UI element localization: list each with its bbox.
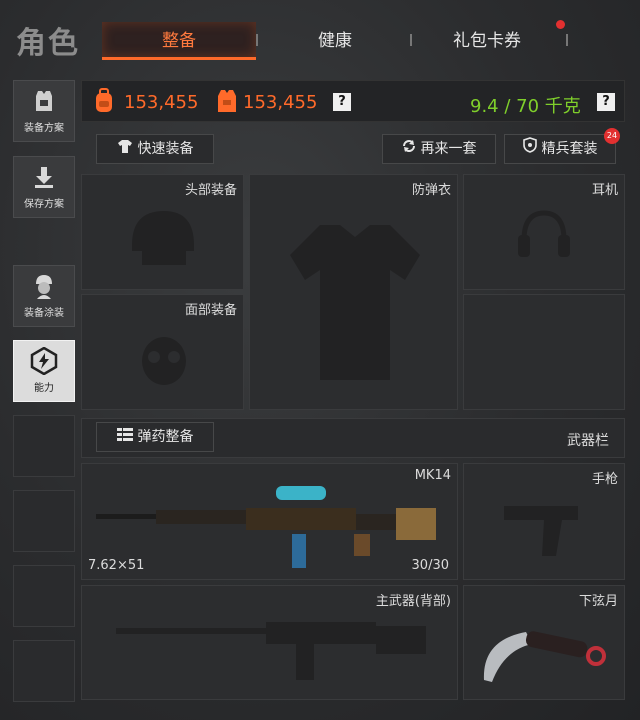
backpack-icon <box>93 88 115 118</box>
helmet-icon <box>132 211 194 265</box>
lightning-icon <box>14 347 74 375</box>
armor-vest-icon <box>290 225 420 380</box>
backpack-value: 153,455 <box>124 92 199 113</box>
help-icon[interactable]: ? <box>597 93 615 111</box>
vest-value: 153,455 <box>243 92 318 113</box>
back-weapon-slot[interactable]: 主武器(背部) <box>81 585 458 700</box>
empty-sidebar-slot <box>13 415 75 477</box>
slot-label: 下弦月 <box>578 594 618 609</box>
ammo-icon <box>116 422 133 452</box>
karambit-icon <box>483 631 606 682</box>
save-plan-button[interactable]: 保存方案 <box>13 156 75 218</box>
another-set-label: 再来一套 <box>420 141 477 157</box>
pistol-slot[interactable]: 手枪 <box>463 463 625 580</box>
slot-label: 防弹衣 <box>411 183 451 198</box>
ability-button[interactable]: 能力 <box>13 340 75 402</box>
rifle-silhouette-icon <box>116 622 426 680</box>
vest-icon <box>215 88 239 118</box>
head-gear-slot[interactable]: 头部装备 <box>81 174 244 290</box>
empty-gear-slot <box>463 294 625 410</box>
caliber-label: 7.62×51 <box>88 558 145 573</box>
slot-label: 耳机 <box>591 183 618 198</box>
headset-icon <box>518 210 570 257</box>
gas-mask-icon <box>142 337 186 385</box>
vest-icon <box>14 87 74 115</box>
sidebar-item-label: 保存方案 <box>24 199 64 210</box>
gear-skin-button[interactable]: 装备涂装 <box>13 265 75 327</box>
elite-set-button[interactable]: 精兵套装 <box>504 134 616 164</box>
sidebar-item-label: 装备涂装 <box>24 308 64 319</box>
quick-equip-label: 快速装备 <box>137 141 194 157</box>
empty-sidebar-slot <box>13 640 75 702</box>
download-icon <box>14 163 74 191</box>
tab-divider <box>566 34 568 46</box>
face-gear-slot[interactable]: 面部装备 <box>81 294 244 410</box>
another-set-button[interactable]: 再来一套 <box>382 134 496 164</box>
headset-slot[interactable]: 耳机 <box>463 174 625 290</box>
sidebar-item-label: 能力 <box>34 383 54 394</box>
slot-label: 头部装备 <box>184 183 237 198</box>
elite-set-label: 精兵套装 <box>541 141 598 157</box>
shield-icon <box>522 134 537 164</box>
sidebar-item-label: 装备方案 <box>24 123 64 134</box>
weight-value: 9.4 / 70 千克 <box>470 96 581 117</box>
weapon-bar-label: 武器栏 <box>567 433 609 449</box>
shirt-icon <box>117 134 133 164</box>
soldier-icon <box>14 272 74 300</box>
quick-equip-button[interactable]: 快速装备 <box>96 134 214 164</box>
empty-sidebar-slot <box>13 565 75 627</box>
loadout-plan-button[interactable]: 装备方案 <box>13 80 75 142</box>
ammo-prep-label: 弹药整备 <box>137 429 194 445</box>
body-armor-slot[interactable]: 防弹衣 <box>249 174 458 410</box>
tab-gear[interactable]: 整备 <box>102 22 256 60</box>
slot-label: 主武器(背部) <box>375 594 451 609</box>
ammo-count: 30/30 <box>411 558 449 573</box>
rifle-icon <box>96 486 436 568</box>
page-title: 角色 <box>16 26 80 61</box>
empty-sidebar-slot <box>13 490 75 552</box>
tab-gift-cards[interactable]: 礼包卡券 <box>412 22 562 60</box>
slot-label: 手枪 <box>591 472 618 487</box>
ammo-prep-button[interactable]: 弹药整备 <box>96 422 214 452</box>
elite-set-badge: 24 <box>604 128 620 144</box>
notification-dot <box>556 20 565 29</box>
primary-weapon-slot[interactable]: MK14 7.62×51 30/30 <box>81 463 458 580</box>
help-icon[interactable]: ? <box>333 93 351 111</box>
melee-slot[interactable]: 下弦月 <box>463 585 625 700</box>
slot-label: 面部装备 <box>184 303 237 318</box>
refresh-icon <box>402 134 416 164</box>
tab-health[interactable]: 健康 <box>258 22 412 60</box>
pistol-icon <box>504 506 578 556</box>
